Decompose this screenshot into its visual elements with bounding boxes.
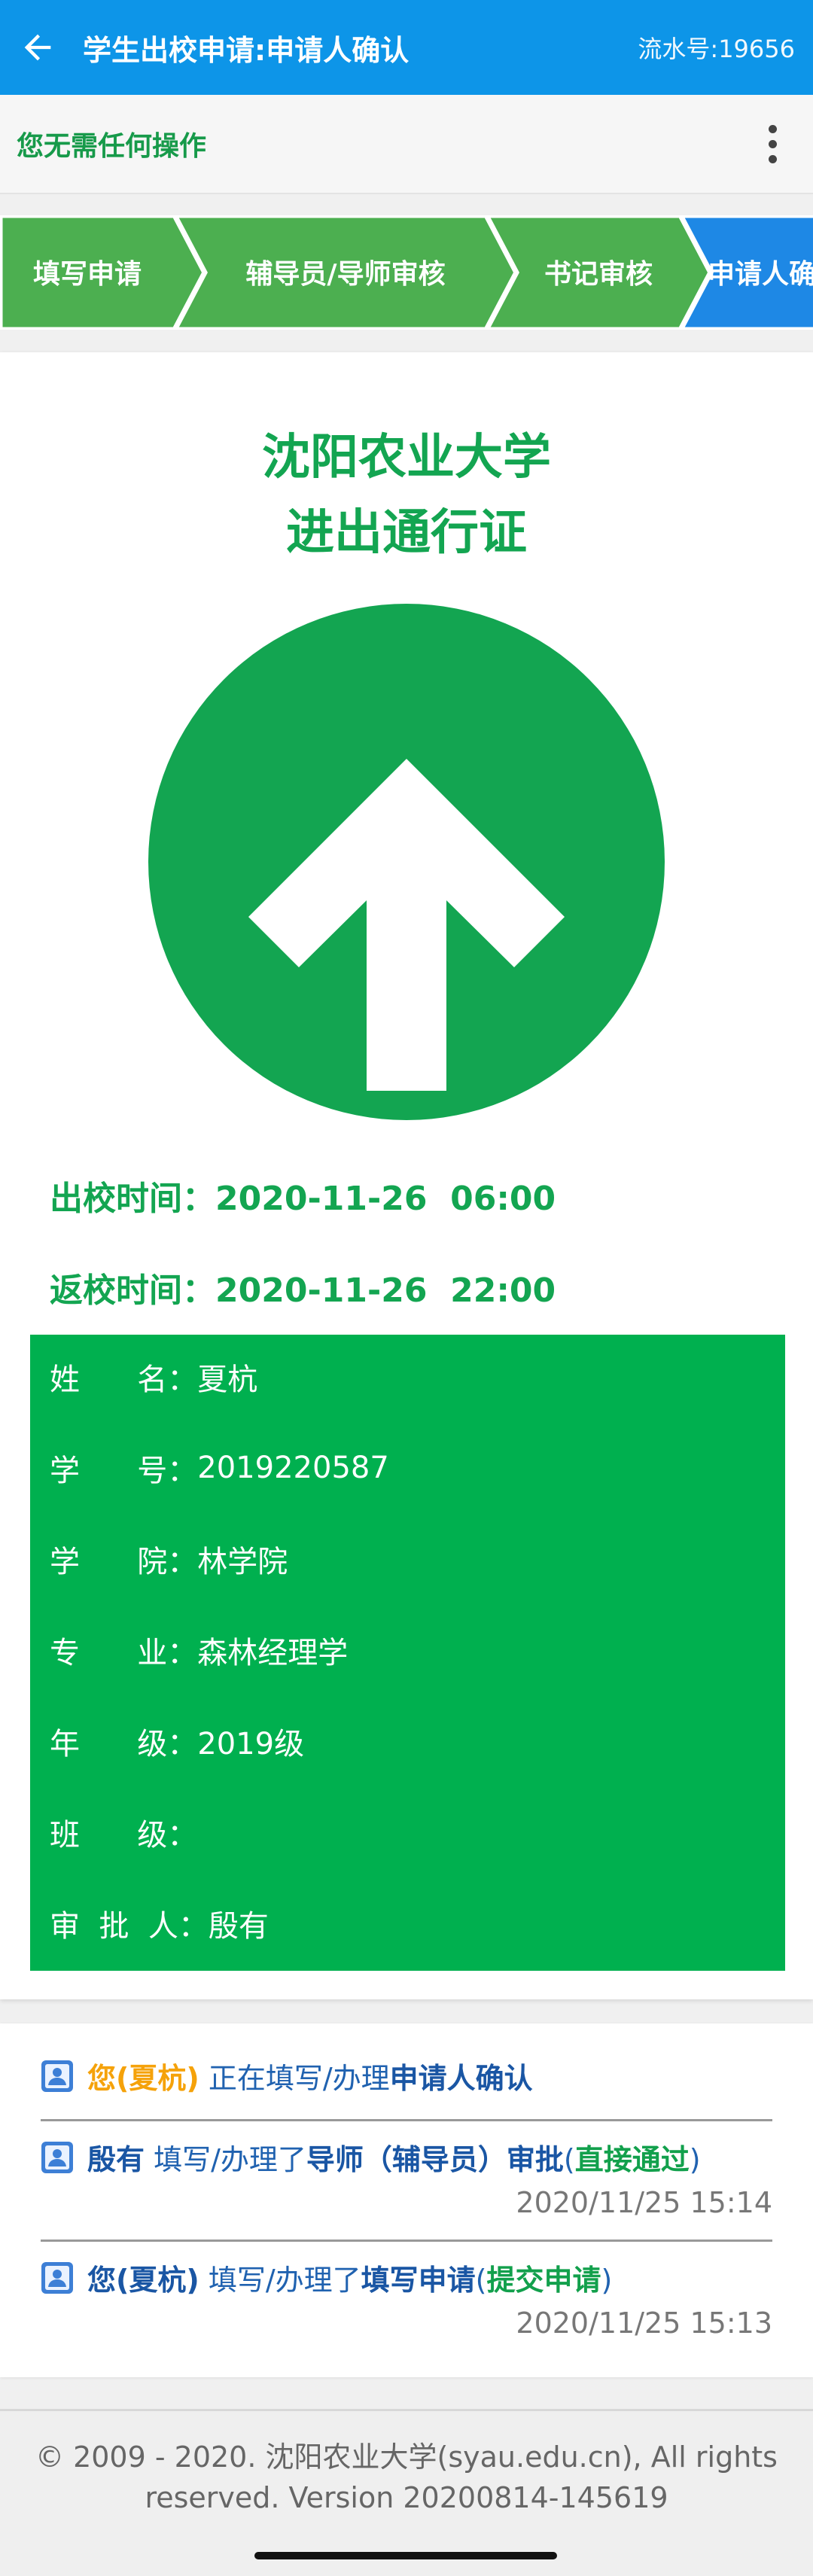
- workflow-step-label: 填写申请: [33, 259, 142, 290]
- copyright-line-2: reserved. Version 20200814-145619: [145, 2481, 668, 2514]
- info-row-major: 专 业： 森林经理学: [50, 1628, 348, 1673]
- timeline-text: 您(夏杭) 正在填写/办理申请人确认: [87, 2055, 533, 2096]
- student-info-panel: 姓 名： 夏杭 学 号： 2019220587 学 院： 林学院 专 业： 森林经理学 …: [30, 1335, 785, 1971]
- timeline-step: 申请人确认: [389, 2062, 533, 2095]
- out-time-row: 出校时间：2020-11-26 06:00: [50, 1171, 556, 1219]
- timeline-result: 直接通过: [574, 2143, 690, 2176]
- timeline-date: 2020/11/25 15:13: [516, 2307, 772, 2340]
- pass-status-circle: [148, 604, 665, 1120]
- timeline-actor: 殷有: [87, 2143, 145, 2176]
- user-icon: [41, 2262, 73, 2294]
- timeline-action: 填写/办理了: [145, 2143, 306, 2176]
- footer: © 2009 - 2020. 沈阳农业大学(syau.edu.cn), All …: [0, 2409, 813, 2576]
- info-row-approver: 审 批 人： 殷有: [50, 1901, 269, 1946]
- pass-title: 进出通行证: [286, 505, 527, 561]
- divider: [41, 2119, 772, 2121]
- home-indicator[interactable]: [254, 2552, 557, 2559]
- back-time-label: 返校时间：: [50, 1271, 215, 1310]
- workflow-step-label: 辅导员/导师审核: [245, 259, 445, 290]
- info-value: 殷有: [208, 1909, 269, 1944]
- out-time-value: 2020-11-26 06:00: [215, 1180, 556, 1218]
- pass-header: 沈阳农业大学 进出通行证: [0, 420, 813, 571]
- info-value: 夏杭: [197, 1363, 258, 1397]
- pass-card: 沈阳农业大学 进出通行证 出校时间：2020-11-26 06:00 返校时间：…: [0, 352, 813, 1999]
- workflow-steps: 填写申请 辅导员/导师审核 书记审核 申请人确: [0, 215, 813, 330]
- copyright-line-1: © 2009 - 2020. 沈阳农业大学(syau.edu.cn), All …: [35, 2441, 778, 2474]
- status-bar: 您无需任何操作: [0, 95, 813, 194]
- info-row-college: 学 院： 林学院: [50, 1536, 288, 1582]
- timeline-item: 您(夏杭) 正在填写/办理申请人确认: [41, 2055, 772, 2100]
- out-time-label: 出校时间：: [50, 1180, 215, 1218]
- timeline-item: 殷有 填写/办理了导师（辅导员）审批(直接通过) 2020/11/25 15:1…: [41, 2136, 772, 2249]
- info-label: 班 级：: [50, 1818, 198, 1853]
- timeline-item: 您(夏杭) 填写/办理了填写申请(提交申请) 2020/11/25 15:13: [41, 2257, 772, 2370]
- serial-number: 流水号:19656: [638, 35, 795, 63]
- info-label: 审 批 人：: [50, 1909, 209, 1944]
- app-bar: 学生出校申请:申请人确认 流水号:19656: [0, 0, 813, 95]
- timeline-step: 填写申请: [361, 2264, 476, 2297]
- more-vertical-icon: [768, 124, 777, 133]
- arrow-left-icon: [24, 34, 51, 61]
- info-value: 2019级: [197, 1727, 305, 1761]
- arrow-up-icon: [248, 759, 565, 1091]
- timeline-text: 您(夏杭) 填写/办理了填写申请(提交申请): [87, 2264, 613, 2297]
- info-value: 2019220587: [197, 1451, 389, 1485]
- workflow-step-label: 申请人确: [708, 259, 813, 290]
- back-button[interactable]: [0, 0, 75, 95]
- university-name: 沈阳农业大学: [262, 430, 551, 486]
- approval-timeline: 您(夏杭) 正在填写/办理申请人确认 殷有 填写/办理了导师（辅导员）审批(直接…: [0, 2023, 813, 2377]
- user-icon: [41, 2142, 73, 2173]
- info-label: 专 业：: [50, 1636, 198, 1670]
- workflow-step-label: 书记审核: [544, 259, 653, 290]
- timeline-date: 2020/11/25 15:14: [516, 2186, 772, 2219]
- back-time-row: 返校时间：2020-11-26 22:00: [50, 1263, 556, 1311]
- info-row-student-id: 学 号： 2019220587: [50, 1445, 389, 1490]
- timeline-text: 殷有 填写/办理了导师（辅导员）审批(直接通过): [87, 2143, 701, 2176]
- info-label: 年 级：: [50, 1727, 198, 1761]
- more-menu-button[interactable]: [742, 106, 802, 181]
- info-value: 森林经理学: [197, 1636, 349, 1670]
- status-message: 您无需任何操作: [17, 131, 207, 162]
- info-value: 林学院: [197, 1545, 288, 1579]
- info-label: 学 号：: [50, 1454, 198, 1488]
- timeline-result: 提交申请: [486, 2264, 601, 2297]
- info-label: 学 院：: [50, 1545, 198, 1579]
- timeline-step: 导师（辅导员）审批: [306, 2143, 564, 2176]
- info-row-name: 姓 名： 夏杭: [50, 1354, 257, 1399]
- page-title: 学生出校申请:申请人确认: [83, 33, 410, 67]
- info-row-class: 班 级：: [50, 1810, 197, 1855]
- timeline-action: 填写/办理了: [199, 2264, 361, 2297]
- info-row-grade: 年 级： 2019级: [50, 1719, 304, 1764]
- timeline-action: 正在填写/办理: [199, 2062, 390, 2095]
- timeline-actor: 您(夏杭): [87, 2062, 199, 2095]
- info-label: 姓 名：: [50, 1363, 198, 1397]
- user-icon: [41, 2060, 73, 2092]
- back-time-value: 2020-11-26 22:00: [215, 1271, 556, 1310]
- divider: [41, 2240, 772, 2242]
- timeline-actor: 您(夏杭): [87, 2264, 199, 2297]
